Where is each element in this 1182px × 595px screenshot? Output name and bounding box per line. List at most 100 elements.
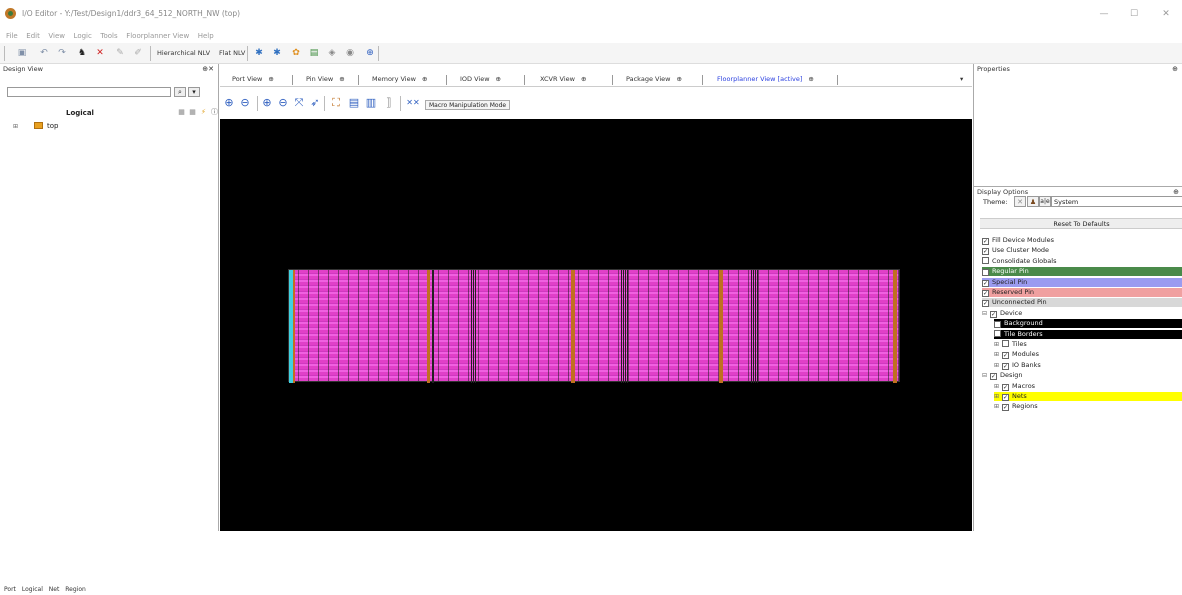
- delete-icon[interactable]: ✕: [93, 47, 107, 60]
- zoom-area-icon[interactable]: ⊖: [276, 96, 290, 110]
- collapse-icon[interactable]: ▦: [188, 108, 197, 117]
- pin-icon[interactable]: ⊕: [339, 75, 344, 83]
- display-option-nets[interactable]: ⊞ ✓ Nets: [994, 392, 1182, 401]
- checkbox[interactable]: ✓: [982, 300, 989, 308]
- checkbox[interactable]: [1002, 340, 1009, 347]
- commit-icon[interactable]: ▤: [307, 47, 321, 60]
- expander-icon[interactable]: ⊞: [994, 382, 1002, 391]
- tab-pin-view[interactable]: Pin View ⊕: [306, 73, 345, 86]
- display-option-regular-pin[interactable]: ✓ Regular Pin: [982, 267, 1182, 277]
- checkbox[interactable]: [994, 329, 1001, 337]
- info-icon[interactable]: ⓘ: [210, 108, 219, 117]
- zoom-icon[interactable]: ⊕: [363, 47, 377, 60]
- menu-tools[interactable]: Tools: [100, 30, 117, 43]
- expander-icon[interactable]: ⊞: [994, 392, 1002, 401]
- tab-package-view[interactable]: Package View ⊕: [626, 73, 682, 86]
- display-option-special-pin[interactable]: ✓ Special Pin: [982, 277, 1182, 287]
- display-option-modules[interactable]: ⊞ ✓ Modules: [994, 350, 1182, 360]
- pin-icon[interactable]: ⊕: [268, 75, 273, 83]
- display-option-tile-borders[interactable]: Tile Borders: [994, 329, 1182, 339]
- tab-port[interactable]: Port: [4, 586, 16, 593]
- zoom-out-icon[interactable]: ⊖: [238, 96, 252, 110]
- flat-nlv-button[interactable]: Flat NLV: [219, 48, 245, 58]
- pin-icon[interactable]: ⊕: [496, 75, 501, 83]
- save-icon[interactable]: ▣: [14, 47, 30, 60]
- hierarchical-nlv-button[interactable]: Hierarchical NLV: [157, 48, 210, 58]
- search-icon[interactable]: ⌕: [174, 87, 186, 97]
- pin-icon[interactable]: ⊕: [422, 75, 427, 83]
- menu-help[interactable]: Help: [198, 30, 214, 43]
- pin-tool-alt-icon[interactable]: ✱: [270, 47, 284, 60]
- theme-user-icon[interactable]: ♟: [1027, 196, 1039, 207]
- display-option-tiles[interactable]: ⊞ Tiles: [994, 340, 1182, 349]
- tab-region[interactable]: Region: [65, 586, 86, 593]
- expander-icon[interactable]: ⊟: [982, 309, 990, 318]
- checker-icon[interactable]: ◈: [325, 47, 339, 60]
- tab-net[interactable]: Net: [49, 586, 60, 593]
- display-option-reserved-pin[interactable]: ✓ Reserved Pin: [982, 288, 1182, 297]
- display-option-fill-device-modules[interactable]: ✓ Fill Device Modules: [982, 236, 1182, 245]
- display-option-consolidate-globals[interactable]: Consolidate Globals: [982, 256, 1182, 266]
- tab-iod-view[interactable]: IOD View ⊕: [460, 73, 501, 86]
- expander-icon[interactable]: ⊞: [994, 350, 1002, 359]
- macro-mode-icon[interactable]: ✕✕: [406, 96, 420, 110]
- theme-select[interactable]: System: [1051, 196, 1182, 207]
- zoom-in-icon[interactable]: ⊕: [222, 96, 236, 110]
- edit-icon[interactable]: ✎: [113, 47, 127, 60]
- filter-icon[interactable]: ⚡: [199, 108, 208, 117]
- tab-memory-view[interactable]: Memory View ⊕: [372, 73, 427, 86]
- checkbox[interactable]: [982, 256, 989, 264]
- expander-icon[interactable]: ⊞: [994, 340, 1002, 349]
- tab-floorplanner-view[interactable]: Floorplanner View [active] ⊕: [717, 73, 814, 86]
- display-option-regions[interactable]: ⊞ ✓ Regions: [994, 402, 1182, 412]
- find-icon[interactable]: ♞: [75, 47, 89, 60]
- expand-icon[interactable]: ▦: [177, 108, 186, 117]
- macro-manipulation-mode-button[interactable]: Macro Manipulation Mode: [425, 100, 511, 110]
- menu-floorplanner-view[interactable]: Floorplanner View: [126, 30, 189, 43]
- checkbox[interactable]: ✓: [1002, 362, 1009, 370]
- checkbox[interactable]: ✓: [1002, 352, 1009, 360]
- theme-clear-icon[interactable]: ✕: [1014, 196, 1026, 207]
- pin-icon[interactable]: ⊕: [676, 75, 681, 83]
- expander-icon[interactable]: ⊟: [982, 371, 990, 380]
- tree-item-top[interactable]: ⊞ top: [13, 122, 58, 130]
- expander-icon[interactable]: ⊞: [994, 402, 1002, 411]
- tab-port-view[interactable]: Port View ⊕: [232, 73, 274, 86]
- pin-close-icon[interactable]: ⊕✕: [202, 64, 214, 74]
- select-icon[interactable]: ➶: [308, 96, 322, 110]
- floorplanner-canvas[interactable]: [220, 119, 972, 531]
- clear-icon[interactable]: ✐: [131, 47, 145, 60]
- pan-icon[interactable]: ⤧: [292, 96, 306, 110]
- place-icon[interactable]: ⛶: [329, 96, 343, 110]
- checkbox[interactable]: ✓: [1002, 383, 1009, 391]
- display-option-use-cluster-mode[interactable]: ✓ Use Cluster Mode: [982, 246, 1182, 256]
- menu-file[interactable]: File: [6, 30, 18, 43]
- tabs-dropdown-icon[interactable]: ▾: [960, 73, 963, 86]
- search-input[interactable]: [7, 87, 171, 97]
- theme-rename-icon[interactable]: a|e: [1039, 196, 1051, 207]
- zoom-fit-icon[interactable]: ⊕: [260, 96, 274, 110]
- display-option-device[interactable]: ⊟ ✓ Device: [982, 309, 1182, 318]
- display-option-macros[interactable]: ⊞ ✓ Macros: [994, 382, 1182, 391]
- expand-plus-icon[interactable]: ⊞: [13, 123, 20, 130]
- auto-assign-icon[interactable]: ✿: [289, 47, 303, 60]
- minimize-button[interactable]: —: [1092, 6, 1116, 22]
- search-dropdown-icon[interactable]: ▾: [188, 87, 200, 97]
- close-button[interactable]: ✕: [1154, 6, 1178, 22]
- checkbox[interactable]: ✓: [982, 269, 989, 277]
- pin-icon[interactable]: ⊕: [581, 75, 586, 83]
- device-layout[interactable]: [288, 269, 900, 383]
- menu-view[interactable]: View: [48, 30, 65, 43]
- checkbox[interactable]: ✓: [982, 290, 989, 297]
- report-icon[interactable]: ◉: [343, 47, 357, 60]
- pin-icon[interactable]: ⊕: [1172, 64, 1178, 74]
- unplace-icon[interactable]: ▤: [347, 96, 361, 110]
- align-icon[interactable]: ▥: [364, 96, 378, 110]
- display-option-background[interactable]: ✓ Background: [994, 319, 1182, 329]
- checkbox[interactable]: ✓: [990, 373, 997, 381]
- undo-icon[interactable]: ↶: [36, 47, 52, 60]
- checkbox[interactable]: ✓: [1002, 394, 1009, 401]
- checkbox[interactable]: ✓: [982, 238, 989, 245]
- maximize-button[interactable]: ☐: [1122, 6, 1146, 22]
- menu-edit[interactable]: Edit: [26, 30, 40, 43]
